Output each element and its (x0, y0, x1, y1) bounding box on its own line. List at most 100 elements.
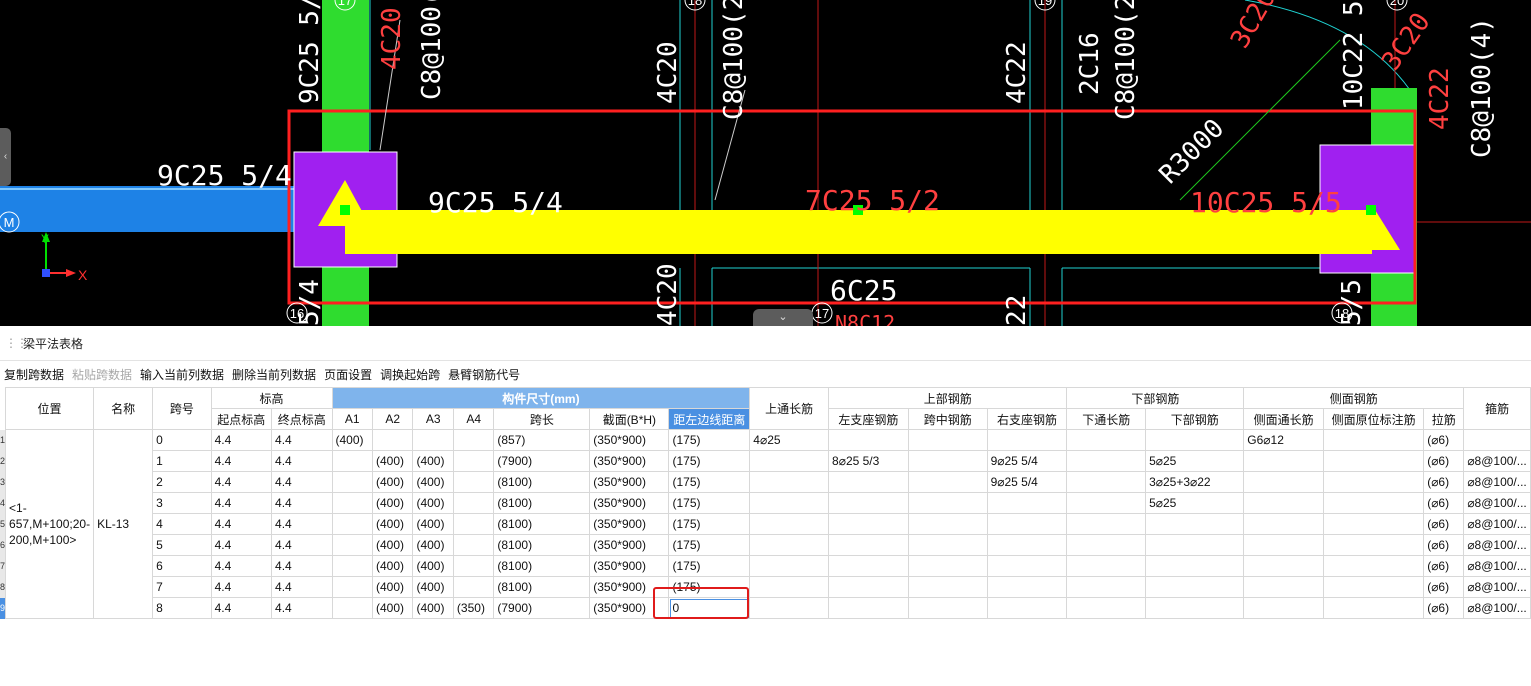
cell-sidep[interactable] (1323, 534, 1425, 556)
cell-tie[interactable]: (⌀6) (1423, 534, 1465, 556)
cell-a1[interactable] (331, 597, 373, 619)
cell-bthr[interactable] (1066, 429, 1147, 451)
cell-mid[interactable] (907, 450, 988, 472)
cell-tie[interactable]: (⌀6) (1423, 576, 1465, 598)
grip-point-end[interactable] (1366, 205, 1376, 215)
cell-span[interactable]: 5 (152, 534, 212, 556)
cell-span[interactable]: 8 (152, 597, 212, 619)
cell-a2[interactable] (371, 429, 414, 451)
cell-stir[interactable]: ⌀8@100/... (1463, 534, 1531, 556)
cad-viewport[interactable]: 9C25 5/4 9C25 5/4 6C25 7C25 5/2 10C25 5/… (0, 0, 1531, 326)
cell-dist[interactable]: (175) (668, 492, 751, 514)
cell-top[interactable] (749, 555, 830, 577)
cell-tie[interactable]: (⌀6) (1423, 471, 1465, 493)
cell-sec[interactable]: (350*900) (589, 450, 670, 472)
cell-a3[interactable]: (400) (412, 450, 454, 472)
cell-tie[interactable]: (⌀6) (1423, 450, 1465, 472)
cell-a1[interactable] (331, 492, 373, 514)
cell-a2[interactable]: (400) (371, 513, 414, 535)
cell-sidep[interactable] (1323, 555, 1425, 577)
cell-top[interactable] (749, 513, 830, 535)
cell-bthr[interactable] (1066, 576, 1147, 598)
cell-a1[interactable] (331, 450, 373, 472)
cell-stir[interactable]: ⌀8@100/... (1463, 450, 1531, 472)
cell-stir[interactable]: ⌀8@100/... (1463, 471, 1531, 493)
row-index[interactable]: 6 (0, 534, 6, 556)
cell-right[interactable] (986, 513, 1068, 535)
cantilever-rebar-code-button[interactable]: 悬臂钢筋代号 (444, 366, 524, 383)
cell-len[interactable]: (8100) (493, 513, 591, 535)
row-index[interactable]: 3 (0, 471, 6, 493)
cell-sidep[interactable] (1323, 429, 1425, 451)
cell-a3[interactable]: (400) (412, 492, 454, 514)
cell-s[interactable]: 4.4 (210, 513, 273, 535)
cell-s[interactable]: 4.4 (210, 471, 273, 493)
cell-side[interactable]: G6⌀12 (1243, 429, 1325, 451)
cell-sec[interactable]: (350*900) (589, 471, 670, 493)
cell-sidep[interactable] (1323, 576, 1425, 598)
cell-a3[interactable]: (400) (412, 597, 454, 619)
cell-right[interactable] (986, 576, 1068, 598)
cell-stir[interactable]: ⌀8@100/... (1463, 513, 1531, 535)
cell-a4[interactable] (452, 429, 495, 451)
cell-left[interactable] (828, 513, 909, 535)
drag-handle-icon[interactable]: ⋮⋮ (5, 336, 28, 350)
cell-span[interactable]: 6 (152, 555, 212, 577)
cell-right[interactable]: 9⌀25 5/4 (986, 471, 1068, 493)
cell-mid[interactable] (907, 429, 988, 451)
paste-span-data-button[interactable]: 粘贴跨数据 (68, 366, 136, 383)
cell-stir[interactable] (1463, 429, 1531, 451)
cell-a1[interactable] (331, 534, 373, 556)
cell-mid[interactable] (907, 492, 988, 514)
cell-a1[interactable] (331, 555, 373, 577)
cell-top[interactable] (749, 471, 830, 493)
cell-side[interactable] (1243, 597, 1325, 619)
cell-a3[interactable]: (400) (412, 534, 454, 556)
cell-a2[interactable]: (400) (371, 597, 414, 619)
cell-tie[interactable]: (⌀6) (1423, 492, 1465, 514)
cell-side[interactable] (1243, 576, 1325, 598)
cell-span[interactable]: 3 (152, 492, 212, 514)
cell-a4[interactable] (452, 576, 495, 598)
cell-sec[interactable]: (350*900) (589, 492, 670, 514)
row-index[interactable]: 5 (0, 513, 6, 535)
cell-s[interactable]: 4.4 (210, 534, 273, 556)
cell-stir[interactable]: ⌀8@100/... (1463, 555, 1531, 577)
cell-e[interactable]: 4.4 (271, 534, 333, 556)
cell-e[interactable]: 4.4 (271, 429, 333, 451)
cell-dist[interactable]: (175) (668, 513, 751, 535)
cell-side[interactable] (1243, 534, 1325, 556)
cell-top[interactable] (749, 597, 830, 619)
cell-s[interactable]: 4.4 (210, 555, 273, 577)
cell-left[interactable] (828, 555, 909, 577)
cell-s[interactable]: 4.4 (210, 492, 273, 514)
cell-left[interactable] (828, 576, 909, 598)
cell-tie[interactable]: (⌀6) (1423, 513, 1465, 535)
cell-sec[interactable]: (350*900) (589, 576, 670, 598)
cell-bthr[interactable] (1066, 513, 1147, 535)
cell-sidep[interactable] (1323, 597, 1425, 619)
cell-stir[interactable]: ⌀8@100/... (1463, 576, 1531, 598)
cell-left[interactable] (828, 471, 909, 493)
cell-a2[interactable]: (400) (371, 576, 414, 598)
cell-side[interactable] (1243, 555, 1325, 577)
cell-bot[interactable]: 3⌀25+3⌀22 (1145, 471, 1245, 493)
cell-a2[interactable]: (400) (371, 471, 414, 493)
side-collapse-tab[interactable]: ‹ (0, 128, 11, 186)
cell-s[interactable]: 4.4 (210, 576, 273, 598)
cell-span[interactable]: 2 (152, 471, 212, 493)
cell-tie[interactable]: (⌀6) (1423, 429, 1465, 451)
cell-mid[interactable] (907, 576, 988, 598)
cell-top[interactable] (749, 534, 830, 556)
cell-top[interactable] (749, 492, 830, 514)
copy-span-data-button[interactable]: 复制跨数据 (0, 366, 68, 383)
cell-bot[interactable] (1145, 534, 1245, 556)
left-beam[interactable] (0, 186, 295, 232)
cell-dist[interactable]: (175) (668, 576, 751, 598)
cell-mid[interactable] (907, 471, 988, 493)
cell-top[interactable] (749, 450, 830, 472)
cell-a4[interactable] (452, 555, 495, 577)
cad-drawing[interactable]: 9C25 5/4 9C25 5/4 6C25 7C25 5/2 10C25 5/… (0, 0, 1531, 326)
cell-e[interactable]: 4.4 (271, 471, 333, 493)
cell-right[interactable] (986, 555, 1068, 577)
